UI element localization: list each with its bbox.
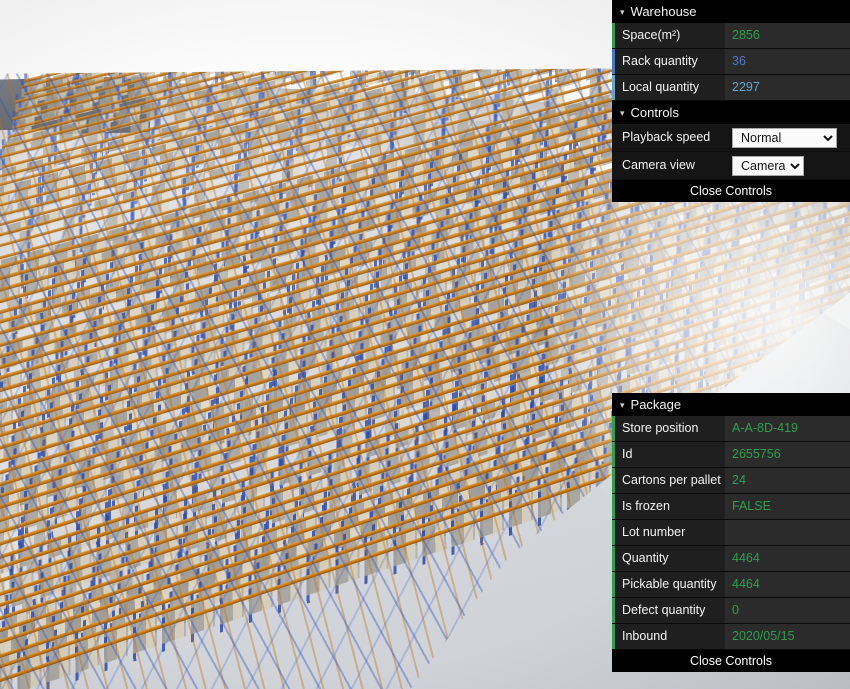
row-value: 4464 <box>725 572 850 597</box>
row-label: Quantity <box>615 546 725 571</box>
table-row[interactable]: Lot number <box>612 520 850 546</box>
camera-view-row: Camera view Camera1 <box>612 152 850 180</box>
warehouse-panel: ▾ Warehouse Space(m²) 2856 Rack quantity 36 L… <box>612 0 850 202</box>
row-value: 2655756 <box>725 442 850 467</box>
row-label: Defect quantity <box>615 598 725 623</box>
close-controls-button-top[interactable]: Close Controls <box>612 180 850 202</box>
row-label: Lot number <box>615 520 725 545</box>
playback-speed-select[interactable]: Normal <box>732 127 837 148</box>
warehouse-panel-header[interactable]: ▾ Warehouse <box>612 0 850 23</box>
table-row[interactable]: Rack quantity 36 <box>612 49 850 75</box>
collapse-caret-icon[interactable]: ▾ <box>620 1 625 24</box>
row-value: 0 <box>725 598 850 623</box>
camera-view-label: Camera view <box>615 153 725 178</box>
row-value: 24 <box>725 468 850 493</box>
table-row[interactable]: Store position A-A-8D-419 <box>612 416 850 442</box>
table-row[interactable]: Space(m²) 2856 <box>612 23 850 49</box>
row-value: 2856 <box>725 23 850 48</box>
package-panel: ▾ Package Store position A-A-8D-419 Id 26557… <box>612 393 850 672</box>
playback-speed-row: Playback speed Normal <box>612 124 850 152</box>
app-root: ▾ Warehouse Space(m²) 2856 Rack quantity 36 L… <box>0 0 850 689</box>
controls-panel-title: Controls <box>630 105 679 120</box>
table-row[interactable]: Quantity 4464 <box>612 546 850 572</box>
table-row[interactable]: Defect quantity 0 <box>612 598 850 624</box>
row-label: Id <box>615 442 725 467</box>
row-label: Rack quantity <box>615 49 725 74</box>
row-value: 2297 <box>725 75 850 100</box>
package-rows: Store position A-A-8D-419 Id 2655756 Cartons… <box>612 416 850 650</box>
row-value: FALSE <box>725 494 850 519</box>
warehouse-rows: Space(m²) 2856 Rack quantity 36 Local quanti… <box>612 23 850 101</box>
camera-view-value: Camera1 <box>725 153 850 178</box>
row-label: Pickable quantity <box>615 572 725 597</box>
row-label: Is frozen <box>615 494 725 519</box>
package-panel-header[interactable]: ▾ Package <box>612 393 850 416</box>
close-controls-button-bottom[interactable]: Close Controls <box>612 650 850 672</box>
row-value: 36 <box>725 49 850 74</box>
row-label: Cartons per pallet <box>615 468 725 493</box>
row-value: 2020/05/15 <box>725 624 850 649</box>
row-value: A-A-8D-419 <box>725 416 850 441</box>
table-row[interactable]: Cartons per pallet 24 <box>612 468 850 494</box>
table-row[interactable]: Local quantity 2297 <box>612 75 850 101</box>
row-label: Space(m²) <box>615 23 725 48</box>
controls-panel-header[interactable]: ▾ Controls <box>612 101 850 124</box>
playback-speed-label: Playback speed <box>615 125 725 150</box>
row-label: Local quantity <box>615 75 725 100</box>
table-row[interactable]: Inbound 2020/05/15 <box>612 624 850 650</box>
package-panel-title: Package <box>630 397 682 412</box>
collapse-caret-icon[interactable]: ▾ <box>620 394 625 417</box>
table-row[interactable]: Id 2655756 <box>612 442 850 468</box>
table-row[interactable]: Pickable quantity 4464 <box>612 572 850 598</box>
row-label: Inbound <box>615 624 725 649</box>
table-row[interactable]: Is frozen FALSE <box>612 494 850 520</box>
playback-speed-value: Normal <box>725 125 850 150</box>
row-value <box>725 520 850 545</box>
collapse-caret-icon[interactable]: ▾ <box>620 102 625 125</box>
row-label: Store position <box>615 416 725 441</box>
warehouse-panel-title: Warehouse <box>630 4 697 19</box>
camera-view-select[interactable]: Camera1 <box>732 155 804 176</box>
row-value: 4464 <box>725 546 850 571</box>
